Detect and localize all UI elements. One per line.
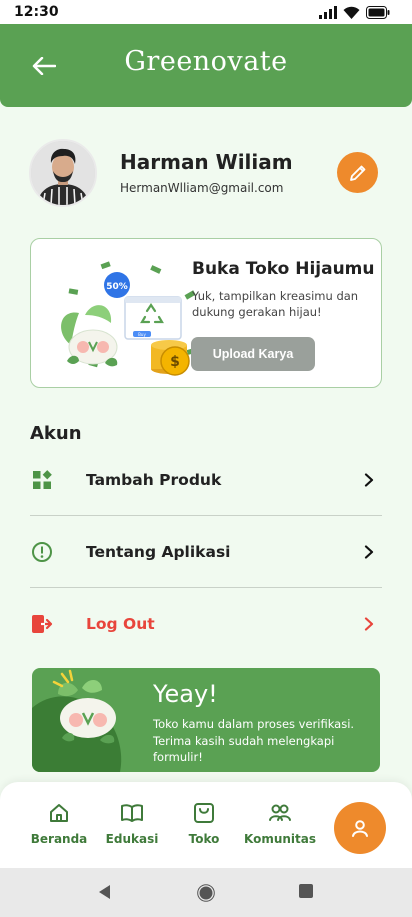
upload-work-button[interactable]: Upload Karya: [191, 337, 315, 371]
grid-plus-icon: [30, 468, 54, 492]
screen-buy-label: Buy: [138, 332, 146, 337]
menu-item-about-app[interactable]: Tentang Aplikasi: [30, 516, 382, 588]
system-navigation-bar: [0, 868, 412, 917]
menu-item-label: Tambah Produk: [86, 471, 222, 489]
profile-email: HermanWlliam@gmail.com: [120, 181, 284, 195]
menu-item-label: Tentang Aplikasi: [86, 543, 231, 561]
dollar-sign: $: [170, 354, 180, 370]
community-icon: [269, 804, 291, 821]
verification-message: Toko kamu dalam proses verifikasi. Terim…: [153, 717, 355, 764]
chevron-right-icon: [364, 617, 374, 631]
menu-item-label: Log Out: [86, 615, 155, 633]
nav-shop[interactable]: Toko: [169, 802, 239, 846]
signal-icon: [319, 5, 337, 19]
verification-title: Yeay!: [153, 680, 218, 708]
nav-education-label: Edukasi: [105, 832, 159, 846]
home-circle-icon[interactable]: [197, 884, 215, 902]
promo-title: Buka Toko Hijaumu: [192, 259, 375, 279]
chevron-right-icon: [364, 473, 374, 487]
nav-profile[interactable]: [334, 802, 386, 854]
nav-community[interactable]: Komunitas: [244, 802, 317, 846]
status-bar: 12:30: [0, 0, 412, 24]
open-shop-card: Buy 50% $ Buka Toko Hijaumu Yuk, tampilk…: [30, 238, 382, 388]
avatar-photo: [31, 141, 95, 205]
book-icon: [121, 804, 143, 822]
recents-square-icon[interactable]: [299, 884, 313, 898]
verification-banner: Yeay! Toko kamu dalam proses verifikasi.…: [32, 668, 380, 772]
account-section-title: Akun: [30, 423, 82, 444]
shop-icon: [194, 803, 214, 823]
menu-item-add-product[interactable]: Tambah Produk: [30, 444, 382, 516]
promo-description: Yuk, tampilkan kreasimu dan dukung gerak…: [192, 289, 359, 319]
nav-home[interactable]: Beranda: [24, 802, 94, 846]
app-header: Greenovate: [0, 24, 412, 107]
menu-item-log-out[interactable]: Log Out: [30, 588, 382, 660]
edit-profile-button[interactable]: [337, 152, 378, 193]
home-icon: [50, 804, 68, 822]
back-triangle-icon[interactable]: [97, 884, 113, 900]
nav-shop-label: Toko: [188, 832, 220, 846]
discount-badge: 50%: [106, 282, 128, 292]
status-time: 12:30: [14, 4, 59, 20]
nav-education[interactable]: Edukasi: [97, 802, 167, 846]
profile-icon: [352, 820, 368, 837]
pencil-icon: [349, 165, 365, 181]
battery-icon: [366, 5, 390, 19]
nav-community-label: Komunitas: [244, 832, 317, 846]
chevron-right-icon: [364, 545, 374, 559]
mascot-illustration: [32, 669, 122, 772]
bottom-navigation: Beranda Edukasi Toko Komunitas: [0, 782, 412, 868]
profile-name: Harman Wiliam: [120, 150, 293, 174]
shop-illustration: Buy 50% $: [61, 261, 197, 376]
nav-home-label: Beranda: [30, 832, 88, 846]
app-logo: Greenovate: [124, 46, 288, 77]
info-circle-icon: [30, 540, 54, 564]
wifi-icon: [343, 6, 360, 19]
status-icons: [319, 5, 390, 19]
logout-icon: [30, 612, 54, 636]
avatar: [29, 139, 97, 207]
